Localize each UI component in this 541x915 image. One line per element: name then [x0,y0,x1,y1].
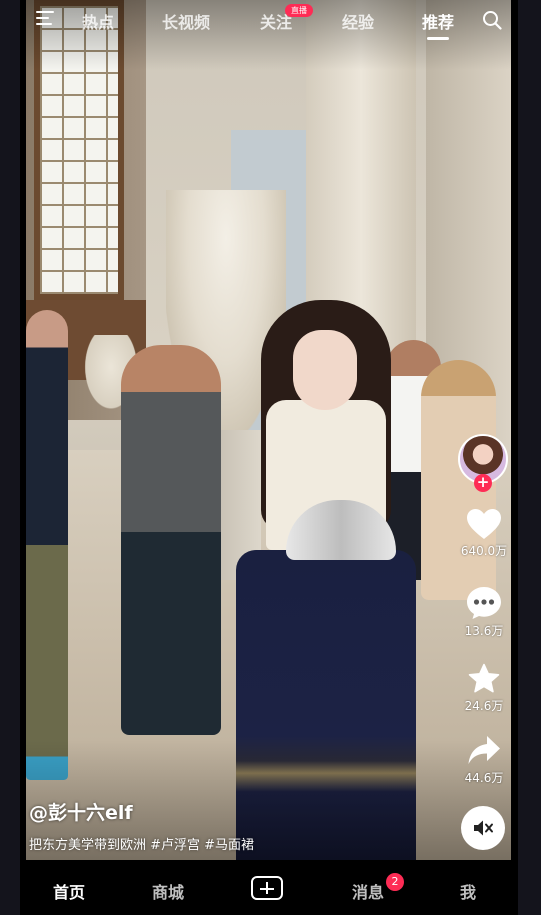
share-count: 44.6万 [464,771,504,785]
search-icon[interactable] [482,10,502,30]
comment-button[interactable]: 13.6万 [454,586,514,639]
mute-button[interactable] [461,806,505,850]
phone-screen: 热点 长视频 关注 直播 经验 推荐 + 640.0万 13.6万 24.6万 [20,0,518,915]
star-icon [468,663,500,693]
comment-count: 13.6万 [464,624,504,638]
create-plus-button[interactable] [251,876,283,900]
message-badge: 2 [386,873,404,891]
nav-messages[interactable]: 消息 [352,879,384,903]
muted-speaker-icon [474,820,493,836]
scene-visitor [121,345,221,735]
author-name[interactable]: @彭十六elf [29,798,133,825]
video-caption[interactable]: 把东方美学带到欧洲 #卢浮宫 #马面裙 [29,834,254,853]
top-nav: 热点 长视频 关注 直播 经验 推荐 [20,0,518,44]
tab-hot[interactable]: 热点 [82,9,114,33]
nav-mall[interactable]: 商城 [152,879,184,903]
tab-long-video[interactable]: 长视频 [162,9,210,33]
menu-icon[interactable] [36,11,54,27]
live-badge: 直播 [285,4,313,17]
tab-experience[interactable]: 经验 [342,9,374,33]
author-avatar[interactable]: + [458,434,508,492]
heart-icon [467,509,501,539]
like-count: 640.0万 [460,544,508,558]
subject-face [293,330,357,410]
scene-visitor [26,310,68,780]
share-icon [468,736,500,764]
share-button[interactable]: 44.6万 [454,735,514,786]
video-player[interactable] [26,0,511,860]
like-button[interactable]: 640.0万 [454,508,514,559]
bottom-nav: 首页 商城 消息 2 我 [20,860,518,915]
favorite-button[interactable]: 24.6万 [454,663,514,714]
nav-profile[interactable]: 我 [460,879,476,903]
tab-recommend[interactable]: 推荐 [422,9,454,40]
follow-plus-icon[interactable]: + [474,474,492,492]
nav-home[interactable]: 首页 [53,879,85,903]
favorite-count: 24.6万 [464,699,504,713]
comment-icon [467,587,501,619]
